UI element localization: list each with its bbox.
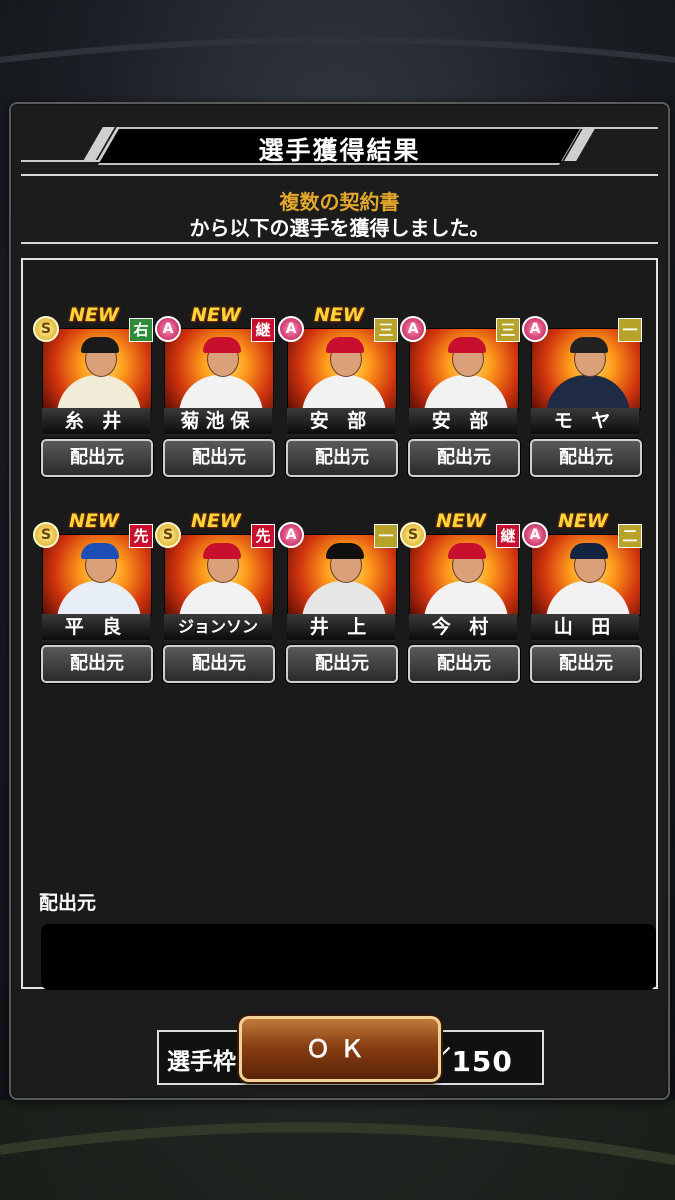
rank-badge-icon: S [400,522,426,548]
player-name: 菊池保 [164,408,272,436]
source-button[interactable]: 配出元 [286,439,398,477]
source-button[interactable]: 配出元 [163,645,275,683]
player-card[interactable]: 安 部配出元 A 三 NEW [278,304,398,477]
source-display [41,924,656,990]
new-tag: NEW [436,510,486,532]
player-name: 山 田 [531,614,639,642]
source-button[interactable]: 配出元 [408,439,520,477]
source-label: 配出元 [39,892,97,914]
rank-badge-icon: A [522,522,548,548]
position-badge: 先 [251,524,275,548]
rank-badge-icon: A [278,316,304,342]
player-card[interactable]: 井 上配出元 A 一 [278,522,398,683]
new-tag: NEW [69,304,119,326]
new-tag: NEW [69,510,119,532]
position-badge: 一 [374,524,398,548]
source-button[interactable]: 配出元 [530,645,642,683]
rank-badge-icon: A [522,316,548,342]
source-button[interactable]: 配出元 [163,439,275,477]
player-name: ジョンソン [164,614,272,642]
new-tag: NEW [314,304,364,326]
position-badge: 一 [618,318,642,342]
acquired-message: から以下の選手を獲得しました。 [189,216,490,240]
position-badge: 右 [129,318,153,342]
rank-badge-icon: S [33,522,59,548]
new-tag: NEW [558,510,608,532]
source-button[interactable]: 配出元 [41,645,153,683]
rank-badge-icon: S [155,522,181,548]
dialog-title-bar: 選手獲得結果 [21,124,658,165]
dialog-title: 選手獲得結果 [258,136,421,165]
position-badge: 三 [374,318,398,342]
player-card[interactable]: ジョンソン配出元 S 先 NEW [155,510,275,683]
position-badge: 継 [496,524,520,548]
player-name: 平 良 [42,614,150,642]
divider-bottom [21,242,658,244]
player-name: モ ヤ [531,408,639,436]
player-name: 今 村 [409,614,517,642]
player-card[interactable]: 糸 井配出元 S 右 NEW [33,304,153,477]
player-card[interactable]: モ ヤ配出元 A 一 [522,316,642,477]
source-button[interactable]: 配出元 [286,645,398,683]
player-card[interactable]: 今 村配出元 S 継 NEW [400,510,520,683]
player-name: 安 部 [409,408,517,436]
divider-top [21,174,658,176]
player-card[interactable]: 安 部配出元 A 三 [400,316,520,477]
player-name: 井 上 [287,614,395,642]
ok-button[interactable]: ＯＫ [239,1016,441,1082]
rank-badge-icon: S [33,316,59,342]
contract-message: 複数の契約書 [279,190,400,214]
source-button[interactable]: 配出元 [530,439,642,477]
player-name: 安 部 [287,408,395,436]
player-list-panel: 糸 井配出元 S 右 NEW 菊池保 配出元 A 継 NEW 安 部配出元 A 三 NEW 安 部配出元 A… [21,258,658,1085]
position-badge: 二 [618,524,642,548]
source-button[interactable]: 配出元 [41,439,153,477]
player-card[interactable]: 菊池保配出元 A 継 NEW [155,304,275,477]
position-badge: 継 [251,318,275,342]
rank-badge-icon: A [278,522,304,548]
new-tag: NEW [191,304,241,326]
new-tag: NEW [191,510,241,532]
source-button[interactable]: 配出元 [408,645,520,683]
rank-badge-icon: A [155,316,181,342]
player-card[interactable]: 山 田配出元 A 二 NEW [522,510,642,683]
position-badge: 先 [129,524,153,548]
position-badge: 三 [496,318,520,342]
player-name: 糸 井 [42,408,150,436]
acquisition-result-dialog: 選手獲得結果 複数の契約書 から以下の選手を獲得しました。 糸 井配出元 S 右 NE… [9,102,670,1100]
player-card[interactable]: 平 良配出元 S 先 NEW [33,510,153,683]
rank-badge-icon: A [400,316,426,342]
